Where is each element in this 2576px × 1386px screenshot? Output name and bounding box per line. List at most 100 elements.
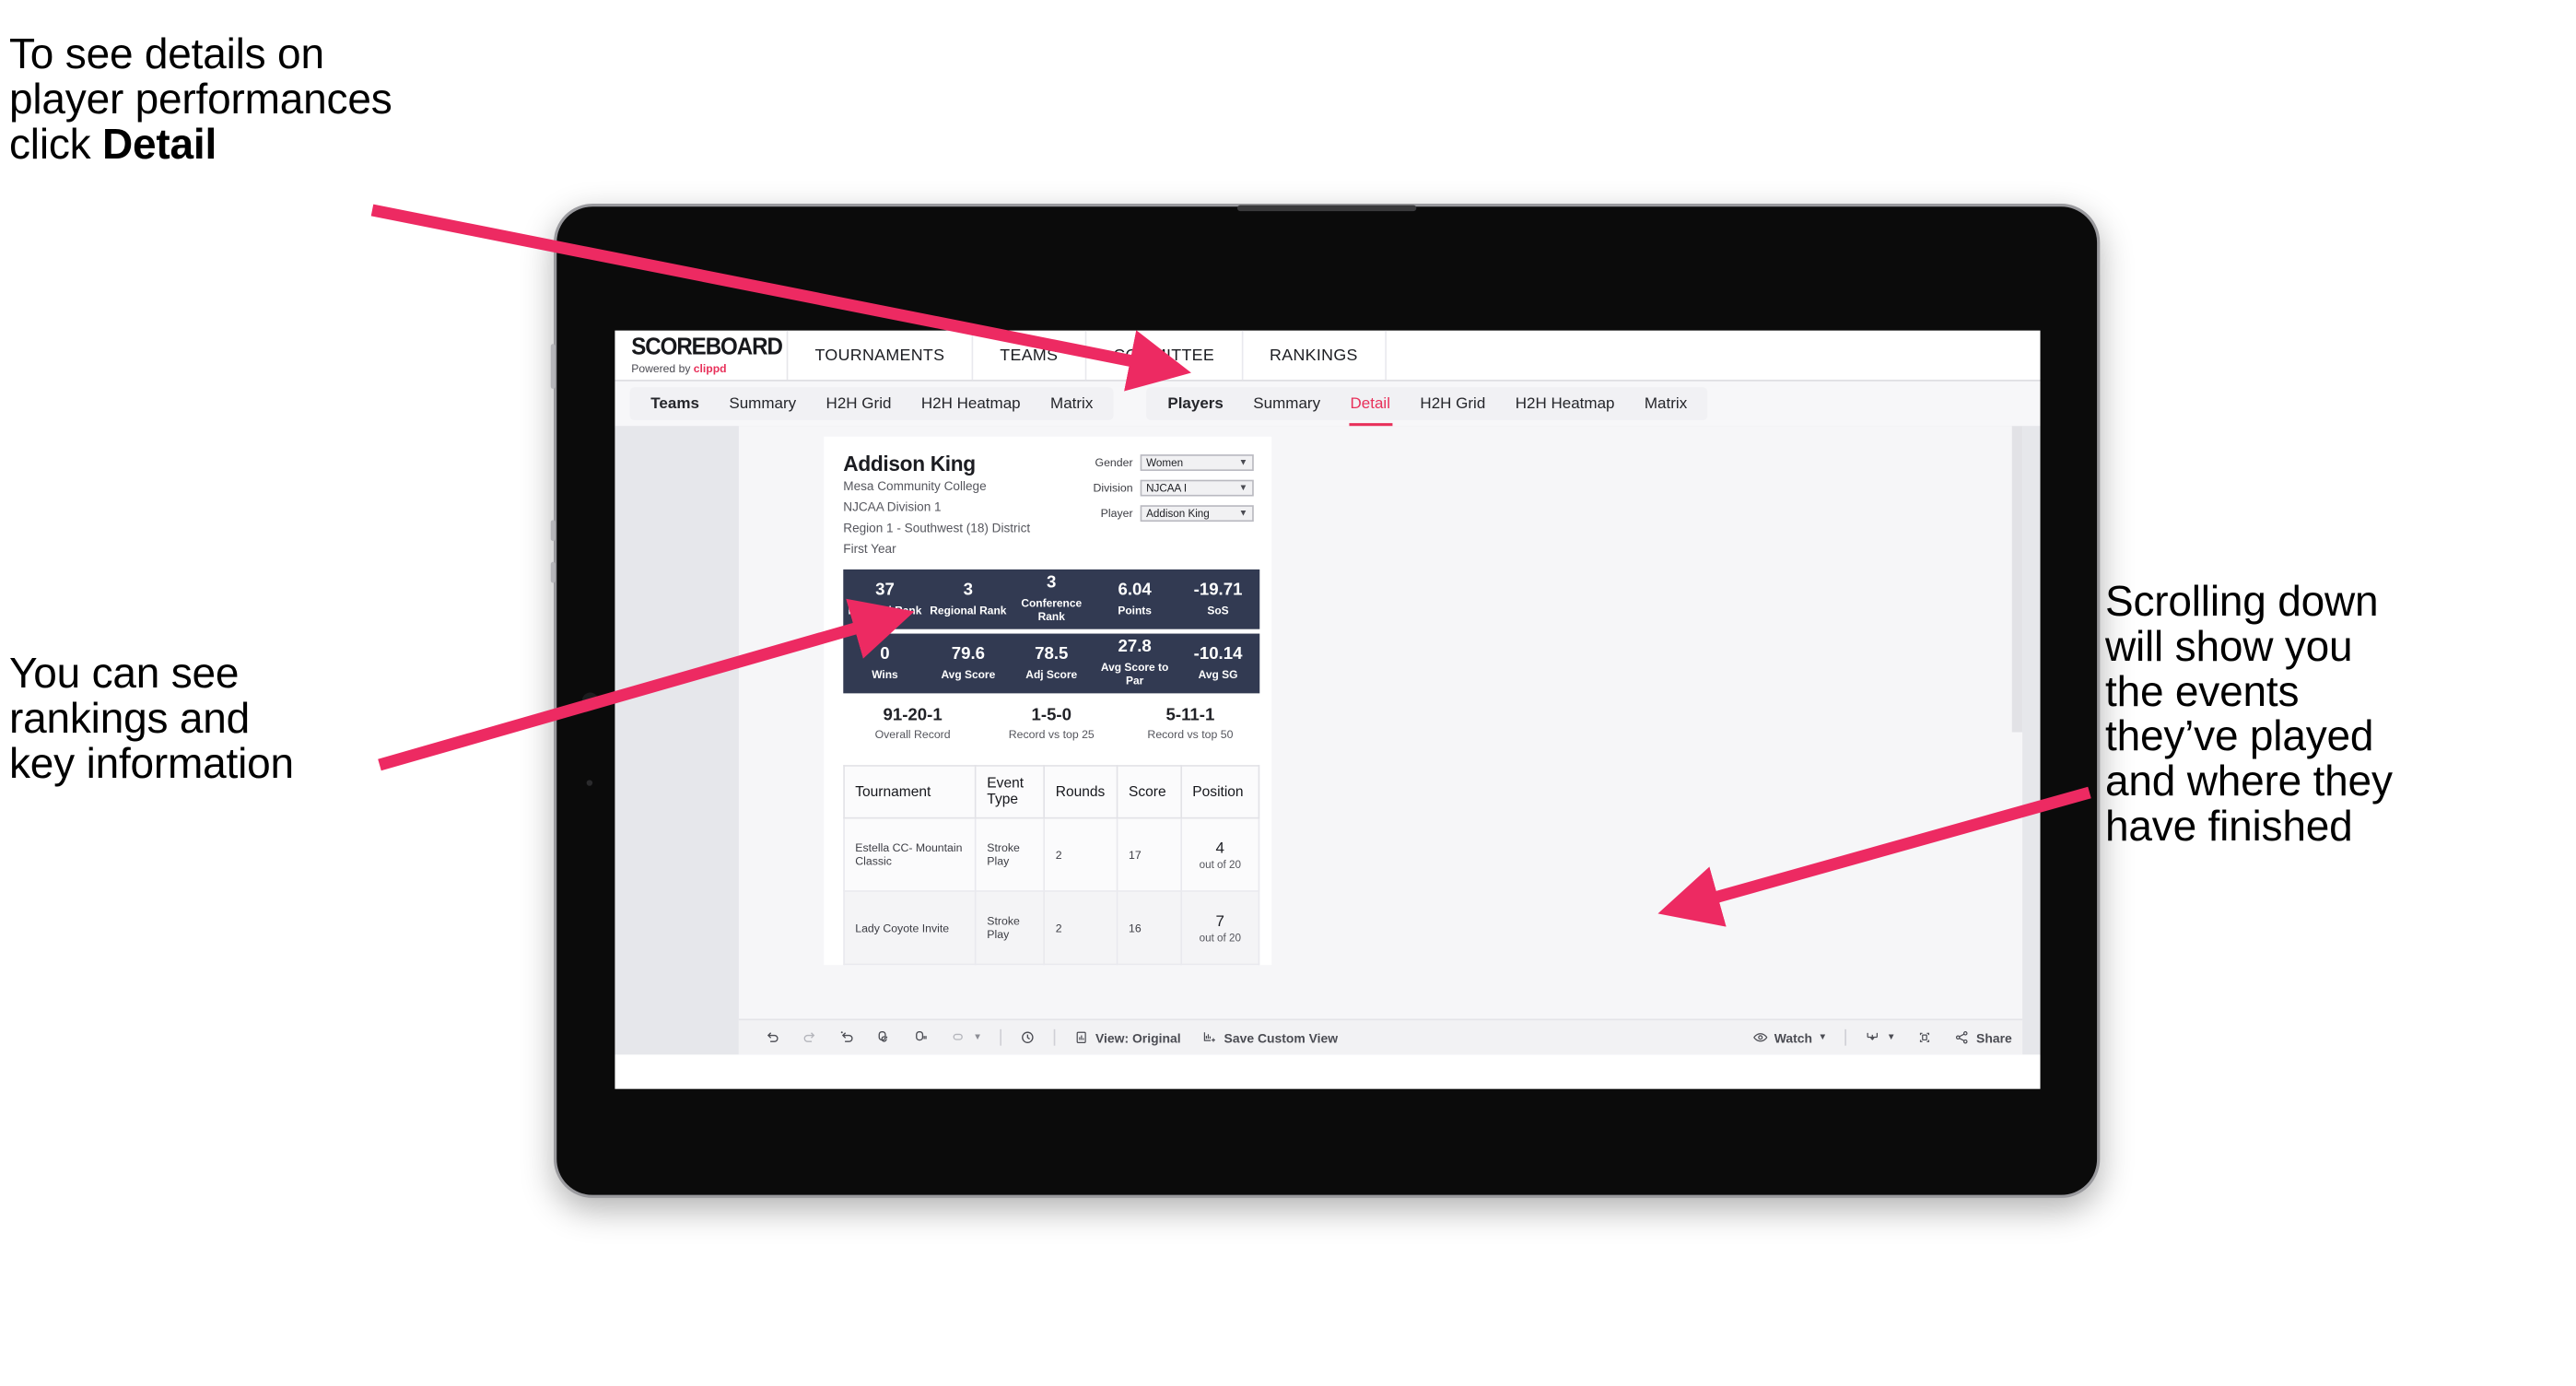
record-value: 5-11-1 bbox=[1165, 706, 1215, 725]
player-region: Region 1 - Southwest (18) District bbox=[843, 520, 1031, 535]
stat-value: 78.5 bbox=[1035, 645, 1069, 664]
annotation-right: Scrolling down will show you the events … bbox=[2105, 579, 2538, 849]
nav-item-tournaments[interactable]: TOURNAMENTS bbox=[788, 330, 974, 381]
top-navigation-bar: SCOREBOARD Powered by clippd TOURNAMENTS… bbox=[615, 330, 2041, 382]
tab-players-summary[interactable]: Summary bbox=[1238, 387, 1335, 420]
filter-division: Division NJCAA I ▼ bbox=[1082, 479, 1254, 497]
player-header: Addison King Mesa Community College NJCA… bbox=[824, 452, 1271, 558]
pause-auto-update-button[interactable] bbox=[903, 1029, 941, 1046]
annotation-mid-left: You can see rankings and key information bbox=[9, 651, 442, 785]
chevron-down-icon: ▼ bbox=[1238, 509, 1248, 519]
record-overall: 91-20-1 Overall Record bbox=[843, 707, 982, 742]
stats-row-rankings: 37 National Rank 3 Regional Rank 3 Confe… bbox=[843, 569, 1260, 629]
filter-gender-value: Women bbox=[1146, 455, 1184, 470]
pause-button-dropdown[interactable]: ▼ bbox=[941, 1029, 993, 1046]
annotation-line: they’ve played bbox=[2105, 711, 2374, 760]
stat-label: Wins bbox=[872, 667, 898, 681]
cell-tournament: Estella CC- Mountain Classic bbox=[843, 817, 977, 893]
vertical-scrollbar[interactable] bbox=[2011, 426, 2023, 733]
cell-position: 7 out of 20 bbox=[1180, 890, 1260, 966]
dashboard-sheet: Addison King Mesa Community College NJCA… bbox=[738, 426, 2023, 1055]
redo-button[interactable] bbox=[791, 1029, 829, 1046]
column-header-position[interactable]: Position bbox=[1180, 765, 1260, 820]
position-value: 4 bbox=[1215, 839, 1225, 858]
nav-item-committee[interactable]: COMMITTEE bbox=[1086, 330, 1243, 381]
player-identity: Addison King Mesa Community College NJCA… bbox=[843, 452, 1030, 558]
clippd-name: clippd bbox=[693, 361, 727, 375]
nav-item-rankings[interactable]: RANKINGS bbox=[1243, 330, 1387, 381]
record-value: 91-20-1 bbox=[883, 706, 943, 725]
stats-row-scoring: 0 Wins 79.6 Avg Score 78.5 Adj Score 27.… bbox=[843, 633, 1260, 694]
tablet-camera bbox=[581, 692, 599, 710]
refresh-data-button[interactable] bbox=[866, 1029, 904, 1046]
stat-value: 0 bbox=[880, 645, 890, 664]
record-value: 1-5-0 bbox=[1031, 706, 1072, 725]
tablet-side-button-top bbox=[549, 344, 555, 389]
tab-teams-summary[interactable]: Summary bbox=[714, 387, 811, 420]
share-label: Share bbox=[1976, 1029, 2012, 1045]
records-row: 91-20-1 Overall Record 1-5-0 Record vs t… bbox=[843, 707, 1259, 742]
cell-event-type: Stroke Play bbox=[975, 890, 1046, 966]
content-area: Addison King Mesa Community College NJCA… bbox=[615, 426, 2041, 1055]
tab-players-h2h-grid[interactable]: H2H Grid bbox=[1405, 387, 1500, 420]
filter-gender-label: Gender bbox=[1095, 455, 1133, 470]
record-label: Overall Record bbox=[874, 728, 951, 742]
nav-item-teams[interactable]: TEAMS bbox=[973, 330, 1087, 381]
save-custom-view-label: Save Custom View bbox=[1224, 1029, 1339, 1045]
toolbar-divider bbox=[1053, 1028, 1056, 1046]
filter-division-label: Division bbox=[1093, 481, 1133, 495]
stat-avg-score: 79.6 Avg Score bbox=[927, 645, 1010, 680]
undo-button[interactable] bbox=[754, 1029, 790, 1046]
stat-avg-sg: -10.14 Avg SG bbox=[1177, 645, 1259, 680]
stat-value: 6.04 bbox=[1118, 581, 1152, 600]
tab-group-teams: Teams Summary H2H Grid H2H Heatmap Matri… bbox=[629, 387, 1115, 420]
table-row[interactable]: Lady Coyote Invite Stroke Play 2 16 7 ou… bbox=[843, 890, 1260, 966]
filter-player-select[interactable]: Addison King ▼ bbox=[1140, 505, 1254, 523]
tab-teams-h2h-grid[interactable]: H2H Grid bbox=[811, 387, 906, 420]
tablet-device-mockup: SCOREBOARD Powered by clippd TOURNAMENTS… bbox=[549, 204, 2101, 1198]
annotation-line: player performances bbox=[9, 74, 392, 123]
download-button[interactable]: ▼ bbox=[1854, 1029, 1906, 1046]
column-header-tournament[interactable]: Tournament bbox=[843, 765, 977, 820]
watch-button[interactable]: Watch ▼ bbox=[1741, 1029, 1837, 1046]
tablet-sensor-dot bbox=[586, 780, 593, 786]
tab-players-h2h-heatmap[interactable]: H2H Heatmap bbox=[1501, 387, 1630, 420]
cell-score: 16 bbox=[1117, 890, 1182, 966]
caret-down-icon: ▼ bbox=[973, 1032, 982, 1042]
revert-button[interactable] bbox=[828, 1029, 866, 1046]
toolbar-divider bbox=[1844, 1028, 1847, 1046]
player-detail-card: Addison King Mesa Community College NJCA… bbox=[824, 436, 1272, 966]
save-custom-view-button[interactable]: Save Custom View bbox=[1191, 1029, 1349, 1046]
tab-players-detail[interactable]: Detail bbox=[1335, 387, 1405, 427]
fullscreen-button[interactable] bbox=[1906, 1029, 1944, 1046]
column-header-score[interactable]: Score bbox=[1117, 765, 1182, 820]
tab-group-label-teams: Teams bbox=[650, 394, 699, 413]
tab-teams-h2h-heatmap[interactable]: H2H Heatmap bbox=[907, 387, 1036, 420]
record-label: Record vs top 25 bbox=[1008, 728, 1095, 742]
tab-teams-matrix[interactable]: Matrix bbox=[1036, 387, 1108, 420]
position-out-of: out of 20 bbox=[1199, 930, 1241, 945]
player-division: NJCAA Division 1 bbox=[843, 499, 942, 514]
brand-wordmark: SCOREBOARD bbox=[631, 335, 783, 360]
annotation-line: Scrolling down bbox=[2105, 577, 2379, 625]
chevron-down-icon: ▼ bbox=[1238, 458, 1248, 467]
table-row[interactable]: Estella CC- Mountain Classic Stroke Play… bbox=[843, 817, 1260, 893]
watch-label: Watch bbox=[1774, 1029, 1812, 1045]
stat-points: 6.04 Points bbox=[1093, 581, 1176, 617]
position-value: 7 bbox=[1215, 912, 1225, 931]
tab-players-matrix[interactable]: Matrix bbox=[1630, 387, 1703, 420]
column-header-rounds[interactable]: Rounds bbox=[1043, 765, 1118, 820]
clock-history-button[interactable] bbox=[1009, 1029, 1047, 1046]
share-button[interactable]: Share bbox=[1943, 1029, 2022, 1046]
view-original-button[interactable]: View: Original bbox=[1062, 1029, 1191, 1046]
column-header-event-type[interactable]: Event Type bbox=[975, 765, 1046, 820]
stat-wins: 0 Wins bbox=[843, 645, 926, 680]
filter-gender-select[interactable]: Women ▼ bbox=[1140, 454, 1254, 471]
cell-tournament: Lady Coyote Invite bbox=[843, 890, 977, 966]
filter-gender: Gender Women ▼ bbox=[1082, 454, 1254, 471]
brand-logo[interactable]: SCOREBOARD Powered by clippd bbox=[615, 330, 789, 381]
stat-sos: -19.71 SoS bbox=[1177, 581, 1259, 617]
filter-division-select[interactable]: NJCAA I ▼ bbox=[1140, 479, 1254, 497]
chevron-down-icon: ▼ bbox=[1238, 483, 1248, 493]
stat-regional-rank: 3 Regional Rank bbox=[927, 581, 1010, 617]
